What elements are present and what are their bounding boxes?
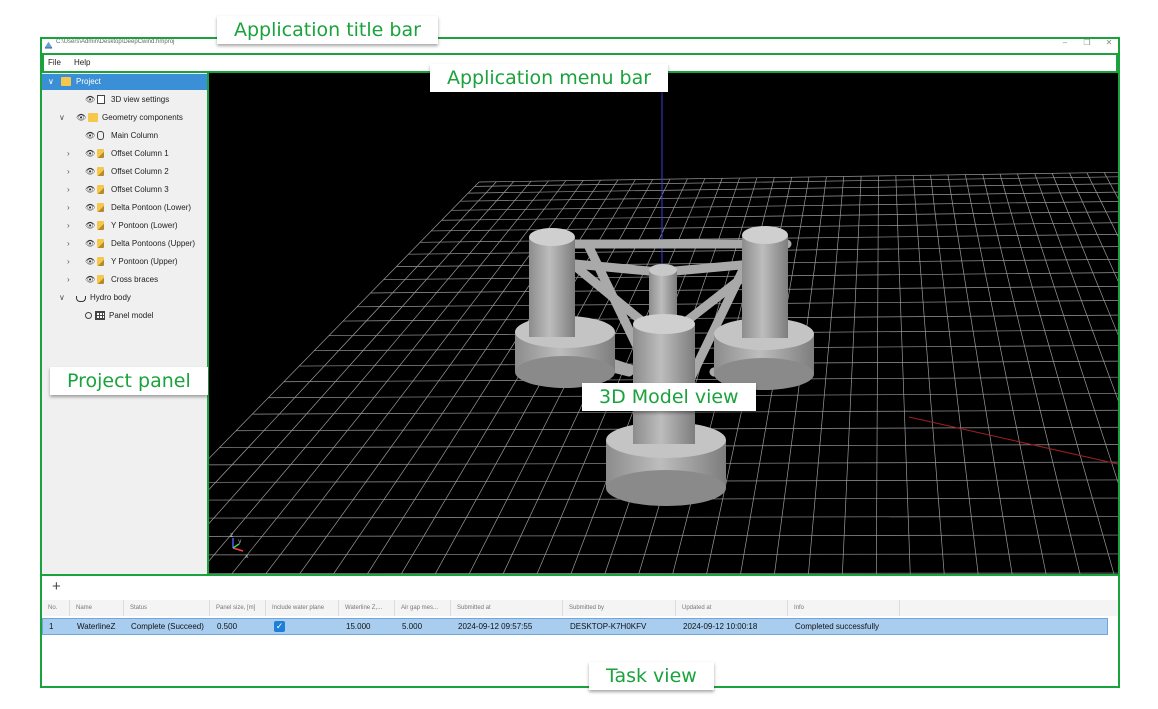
callout-project-panel: Project panel [50, 367, 208, 395]
callout-task-view: Task view [589, 662, 714, 690]
callout-menu-bar: Application menu bar [430, 64, 669, 92]
callout-title-bar: Application title bar [217, 16, 438, 44]
callout-model-view: 3D Model view [582, 383, 756, 411]
model-view-outline [207, 71, 1120, 576]
project-panel-outline [40, 71, 209, 576]
task-view-outline [40, 574, 1120, 688]
